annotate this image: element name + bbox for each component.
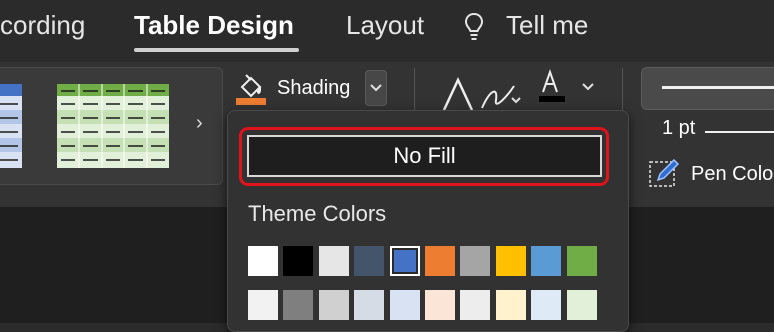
color-swatch[interactable] bbox=[425, 290, 455, 320]
border-styles-icon[interactable] bbox=[440, 72, 530, 112]
ribbon-separator bbox=[622, 68, 623, 110]
color-swatch[interactable] bbox=[566, 246, 597, 276]
color-swatch[interactable] bbox=[318, 290, 349, 320]
ribbon-separator bbox=[414, 68, 415, 110]
shading-button[interactable]: Shading bbox=[232, 68, 388, 108]
pen-color-label[interactable]: Pen Colo bbox=[691, 163, 773, 186]
lightbulb-icon[interactable] bbox=[464, 12, 484, 42]
color-swatch[interactable] bbox=[495, 290, 526, 320]
no-fill-button[interactable]: No Fill bbox=[247, 135, 602, 177]
table-styles-gallery bbox=[0, 67, 223, 185]
color-swatch[interactable] bbox=[248, 246, 278, 276]
table-style-green-thumbnail[interactable] bbox=[57, 84, 169, 168]
tab-references[interactable]: cording bbox=[0, 10, 85, 41]
pen-weight-preview bbox=[705, 131, 774, 133]
ribbon-tab-bar: cording Table Design Layout Tell me bbox=[0, 0, 774, 62]
tab-layout[interactable]: Layout bbox=[346, 10, 424, 41]
shading-color-indicator bbox=[236, 98, 266, 105]
tab-tell-me[interactable]: Tell me bbox=[506, 10, 588, 41]
color-swatch[interactable] bbox=[460, 246, 491, 276]
tab-table-design[interactable]: Table Design bbox=[134, 10, 294, 41]
paint-bucket-icon bbox=[236, 74, 266, 105]
pen-weight-value[interactable]: 1 pt bbox=[662, 117, 695, 140]
chevron-right-icon[interactable]: › bbox=[196, 112, 203, 135]
pen-style-icon[interactable] bbox=[535, 68, 597, 106]
active-tab-indicator bbox=[134, 48, 299, 52]
color-swatch[interactable] bbox=[318, 246, 349, 276]
shading-dropdown-button[interactable] bbox=[365, 70, 387, 106]
color-swatch[interactable] bbox=[566, 290, 597, 320]
color-swatch[interactable] bbox=[354, 290, 385, 320]
color-swatch[interactable] bbox=[283, 290, 314, 320]
color-swatch[interactable] bbox=[531, 290, 562, 320]
color-swatch[interactable] bbox=[389, 290, 420, 320]
color-swatch[interactable] bbox=[531, 246, 562, 276]
color-swatch[interactable] bbox=[248, 290, 278, 320]
color-swatch[interactable] bbox=[460, 290, 491, 320]
chevron-down-icon bbox=[370, 84, 382, 92]
table-style-blue-thumbnail[interactable] bbox=[0, 84, 22, 168]
color-swatch[interactable] bbox=[495, 246, 526, 276]
shading-label: Shading bbox=[277, 77, 351, 99]
color-swatch[interactable] bbox=[389, 246, 420, 276]
line-style-preview bbox=[662, 86, 774, 89]
color-swatch[interactable] bbox=[425, 246, 455, 276]
pen-color-icon[interactable] bbox=[648, 158, 682, 188]
color-swatch[interactable] bbox=[354, 246, 385, 276]
theme-colors-heading: Theme Colors bbox=[248, 201, 387, 226]
color-swatch[interactable] bbox=[283, 246, 314, 276]
